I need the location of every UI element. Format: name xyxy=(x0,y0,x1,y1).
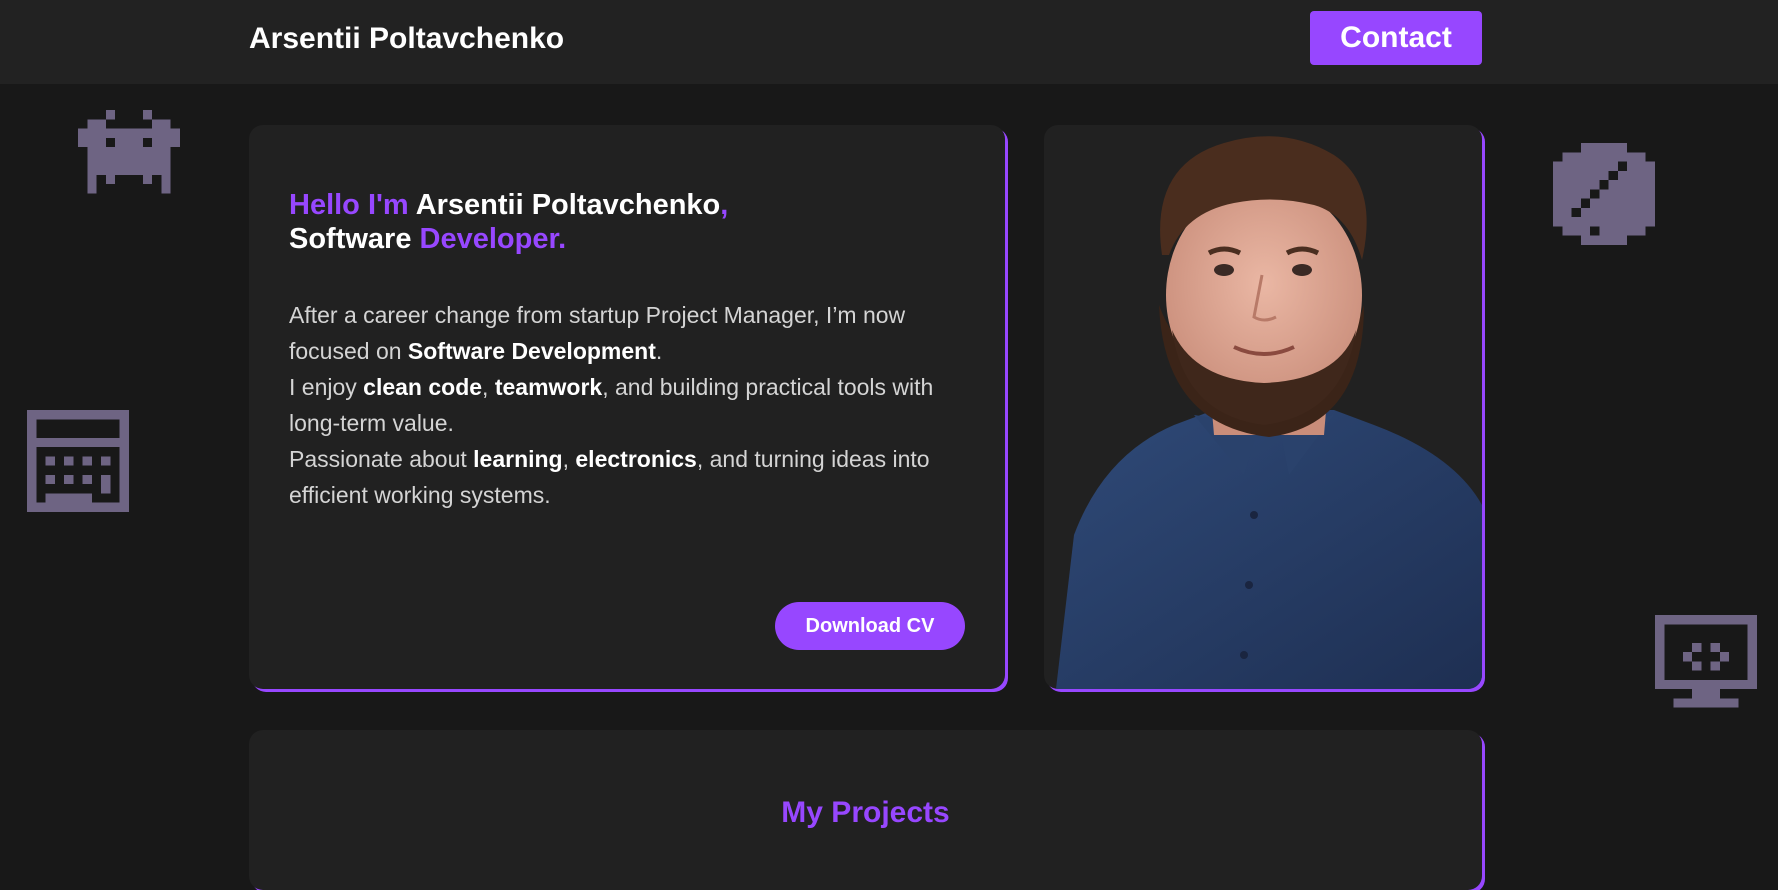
greeting-role-prefix: Software xyxy=(289,223,420,255)
download-cv-button[interactable]: Download CV xyxy=(775,602,965,650)
about-p3-c: , xyxy=(562,446,576,472)
about-p3-d: electronics xyxy=(575,446,697,472)
projects-section: My Projects xyxy=(249,730,1482,890)
portrait-card xyxy=(1044,125,1482,689)
chip-icon xyxy=(1553,143,1655,245)
greeting-hello: Hello I'm xyxy=(289,189,416,221)
space-invader-icon xyxy=(78,110,180,194)
about-p2-c: , xyxy=(482,374,495,400)
about-p1-b: Software Development xyxy=(407,338,656,364)
about-p2-b: clean code xyxy=(363,374,483,400)
about-p1-c: . xyxy=(655,338,663,364)
greeting-comma: , xyxy=(720,189,729,221)
top-header: Arsentii Poltavchenko Contact xyxy=(0,0,1778,84)
intro-greeting: Hello I'm Arsentii Poltavchenko, Softwar… xyxy=(289,188,969,256)
about-p2-d: teamwork xyxy=(494,374,603,400)
contact-button[interactable]: Contact xyxy=(1310,11,1482,65)
monitor-icon xyxy=(1655,615,1757,708)
greeting-name: Arsentii Poltavchenko xyxy=(415,189,721,221)
about-p2-a: I enjoy xyxy=(289,374,364,400)
about-p3-a: Passionate about xyxy=(289,446,474,472)
projects-title: My Projects xyxy=(781,796,950,829)
greeting-role: Developer. xyxy=(419,223,567,255)
portrait-photo xyxy=(1056,136,1482,689)
about-p3-b: learning xyxy=(473,446,563,472)
site-brand[interactable]: Arsentii Poltavchenko xyxy=(249,22,564,56)
calculator-icon xyxy=(27,410,129,512)
about-text: After a career change from startup Proje… xyxy=(289,297,949,513)
intro-card: Hello I'm Arsentii Poltavchenko, Softwar… xyxy=(249,125,1005,689)
